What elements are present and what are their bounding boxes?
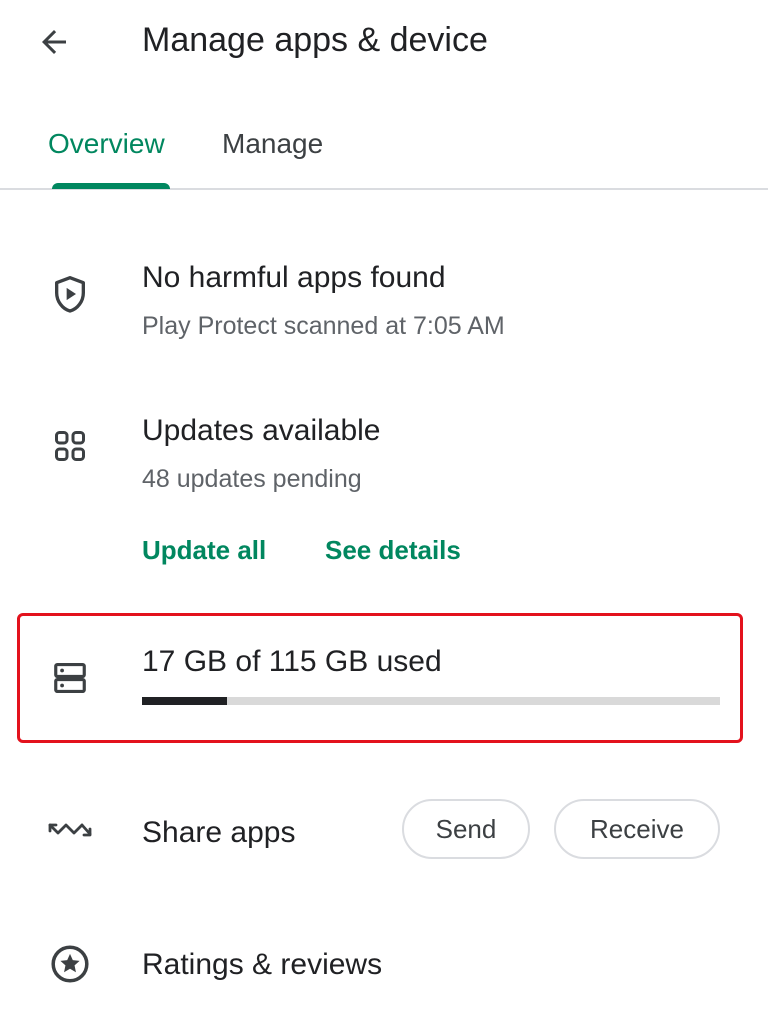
ratings-reviews-label[interactable]: Ratings & reviews	[142, 945, 382, 985]
protect-status-title: No harmful apps found	[142, 261, 446, 294]
storage-progress-fill	[142, 697, 228, 705]
storage-usage-label: 17 GB of 115 GB used	[142, 645, 442, 678]
storage-icon	[44, 652, 96, 704]
star-circle-icon	[44, 938, 96, 990]
tab-indicator	[52, 183, 170, 189]
tab-overview[interactable]: Overview	[48, 124, 165, 164]
manage-apps-screen: Manage apps & device Overview Manage No …	[0, 0, 768, 1024]
tab-manage[interactable]: Manage	[222, 124, 323, 164]
share-apps-label: Share apps	[142, 816, 296, 849]
storage-progress-bar	[142, 697, 720, 705]
back-button[interactable]	[24, 14, 84, 70]
share-apps-icon	[44, 804, 96, 856]
see-details-button[interactable]: See details	[325, 530, 461, 570]
update-all-button[interactable]: Update all	[142, 530, 266, 570]
arrow-back-icon	[36, 24, 72, 60]
updates-title: Updates available	[142, 414, 381, 447]
apps-grid-icon	[44, 420, 96, 472]
shield-play-icon	[44, 268, 96, 320]
protect-scan-time: Play Protect scanned at 7:05 AM	[142, 312, 505, 340]
updates-pending-count: 48 updates pending	[142, 465, 362, 493]
send-button[interactable]: Send	[402, 799, 530, 859]
receive-button[interactable]: Receive	[554, 799, 720, 859]
page-title: Manage apps & device	[142, 21, 488, 59]
